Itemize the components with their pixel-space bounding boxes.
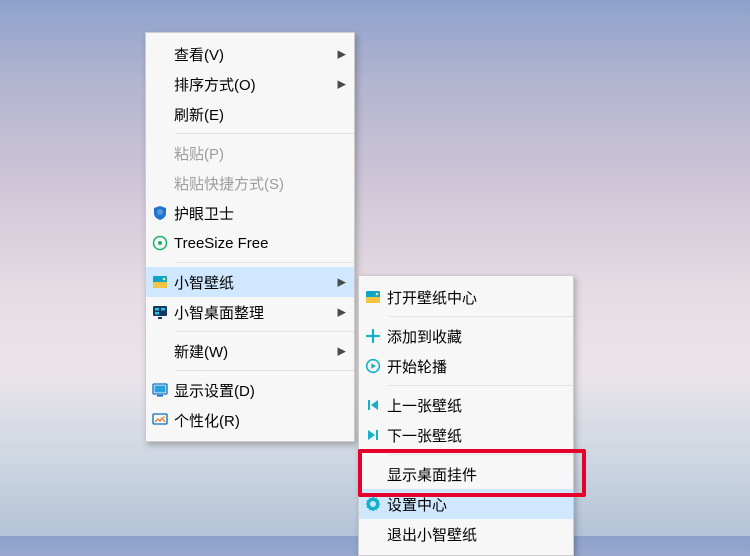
menu-item-paste-shortcut: 粘贴快捷方式(S) bbox=[146, 168, 354, 198]
menu-item-paste: 粘贴(P) bbox=[146, 138, 354, 168]
context-menu[interactable]: 查看(V) ▶ 排序方式(O) ▶ 刷新(E) 粘贴(P) 粘贴快捷方式(S) … bbox=[145, 32, 355, 442]
play-circle-icon bbox=[359, 358, 387, 374]
menu-item-view[interactable]: 查看(V) ▶ bbox=[146, 39, 354, 69]
menu-item-label: 护眼卫士 bbox=[174, 203, 336, 224]
menu-separator bbox=[176, 331, 354, 332]
menu-item-treesize[interactable]: TreeSize Free bbox=[146, 228, 354, 258]
menu-item-refresh[interactable]: 刷新(E) bbox=[146, 99, 354, 129]
personalize-icon bbox=[146, 412, 174, 428]
shield-icon bbox=[146, 205, 174, 221]
submenu-item-next[interactable]: 下一张壁纸 bbox=[359, 420, 573, 450]
menu-item-label: 上一张壁纸 bbox=[387, 395, 555, 416]
chevron-right-icon: ▶ bbox=[338, 78, 346, 91]
menu-item-sort[interactable]: 排序方式(O) ▶ bbox=[146, 69, 354, 99]
submenu-item-settings-center[interactable]: 设置中心 bbox=[359, 489, 573, 519]
menu-item-label: 打开壁纸中心 bbox=[387, 287, 555, 308]
submenu-wallpaper[interactable]: 打开壁纸中心 添加到收藏 开始轮播 上一张壁纸 下一张壁纸 显示桌面挂件 bbox=[358, 275, 574, 556]
menu-item-label: 刷新(E) bbox=[174, 104, 336, 125]
menu-item-label: 新建(W) bbox=[174, 341, 336, 362]
desktop-organize-icon bbox=[146, 304, 174, 320]
wallpaper-icon bbox=[359, 289, 387, 305]
menu-item-new[interactable]: 新建(W) ▶ bbox=[146, 336, 354, 366]
submenu-item-add-fav[interactable]: 添加到收藏 bbox=[359, 321, 573, 351]
menu-item-label: 显示设置(D) bbox=[174, 380, 336, 401]
menu-separator bbox=[389, 454, 573, 455]
next-icon bbox=[359, 427, 387, 443]
menu-item-label: 粘贴快捷方式(S) bbox=[174, 173, 336, 194]
menu-item-label: 小智壁纸 bbox=[174, 272, 336, 293]
menu-item-label: 粘贴(P) bbox=[174, 143, 336, 164]
menu-item-label: 个性化(R) bbox=[174, 410, 336, 431]
submenu-item-show-widgets[interactable]: 显示桌面挂件 bbox=[359, 459, 573, 489]
wallpaper-icon bbox=[146, 274, 174, 290]
gear-icon bbox=[359, 496, 387, 512]
submenu-item-start-slideshow[interactable]: 开始轮播 bbox=[359, 351, 573, 381]
submenu-item-exit[interactable]: 退出小智壁纸 bbox=[359, 519, 573, 549]
menu-item-label: 小智桌面整理 bbox=[174, 302, 336, 323]
menu-item-label: 查看(V) bbox=[174, 44, 336, 65]
chevron-right-icon: ▶ bbox=[338, 48, 346, 61]
menu-item-label: 开始轮播 bbox=[387, 356, 555, 377]
menu-separator bbox=[389, 385, 573, 386]
menu-item-label: 下一张壁纸 bbox=[387, 425, 555, 446]
menu-item-label: 排序方式(O) bbox=[174, 74, 336, 95]
chevron-right-icon: ▶ bbox=[338, 276, 346, 289]
treesize-icon bbox=[146, 235, 174, 251]
menu-item-display-settings[interactable]: 显示设置(D) bbox=[146, 375, 354, 405]
menu-item-label: 退出小智壁纸 bbox=[387, 524, 555, 545]
display-settings-icon bbox=[146, 382, 174, 398]
prev-icon bbox=[359, 397, 387, 413]
menu-item-personalize[interactable]: 个性化(R) bbox=[146, 405, 354, 435]
menu-separator bbox=[176, 133, 354, 134]
menu-item-eyecare[interactable]: 护眼卫士 bbox=[146, 198, 354, 228]
chevron-right-icon: ▶ bbox=[338, 345, 346, 358]
menu-item-label: 添加到收藏 bbox=[387, 326, 555, 347]
menu-item-xiaozhi-wallpaper[interactable]: 小智壁纸 ▶ bbox=[146, 267, 354, 297]
menu-item-label: 显示桌面挂件 bbox=[387, 464, 555, 485]
menu-item-label: TreeSize Free bbox=[174, 235, 336, 252]
plus-icon bbox=[359, 328, 387, 344]
submenu-item-prev[interactable]: 上一张壁纸 bbox=[359, 390, 573, 420]
menu-separator bbox=[176, 262, 354, 263]
submenu-item-open-center[interactable]: 打开壁纸中心 bbox=[359, 282, 573, 312]
menu-item-xiaozhi-desktop[interactable]: 小智桌面整理 ▶ bbox=[146, 297, 354, 327]
menu-separator bbox=[176, 370, 354, 371]
menu-item-label: 设置中心 bbox=[387, 494, 555, 515]
menu-separator bbox=[389, 316, 573, 317]
chevron-right-icon: ▶ bbox=[338, 306, 346, 319]
